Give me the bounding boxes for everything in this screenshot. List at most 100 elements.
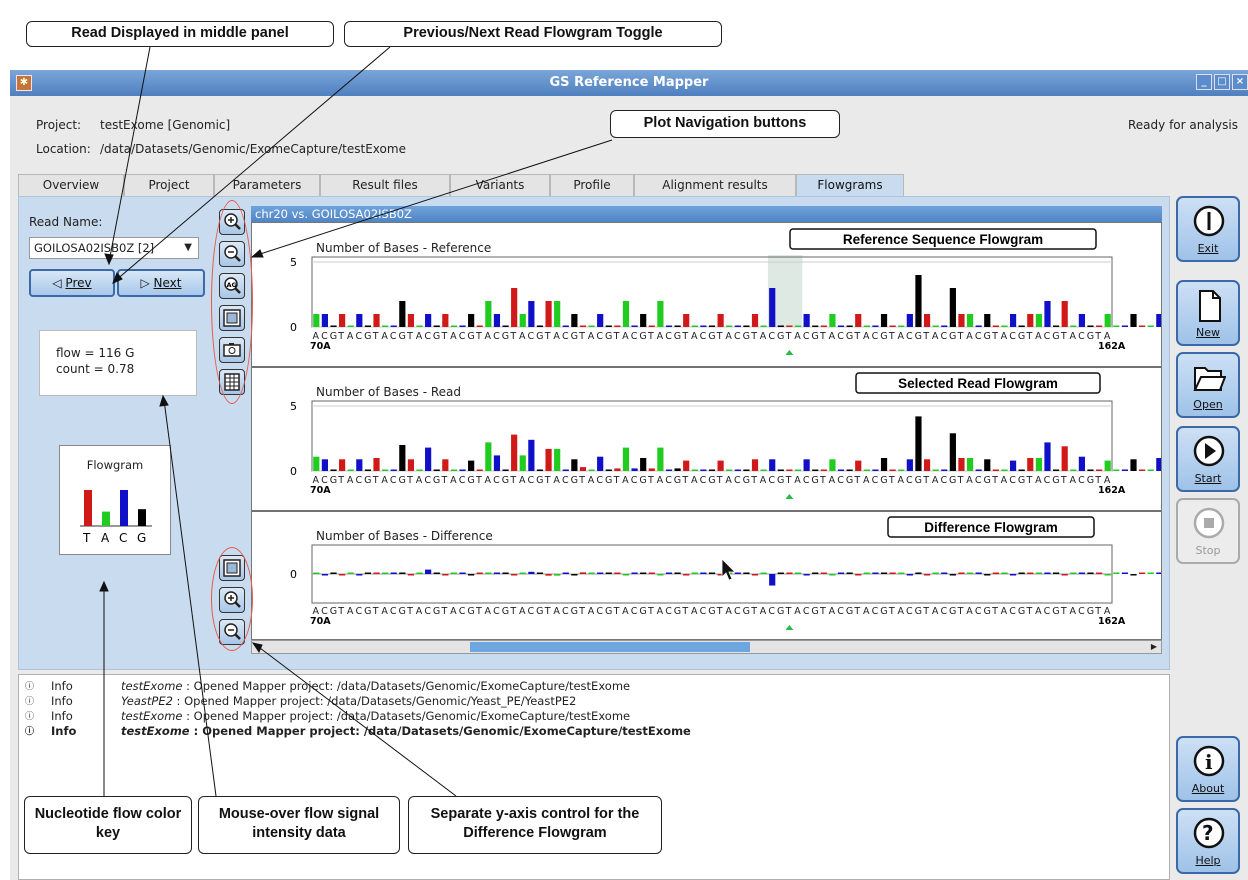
flow-bar	[1104, 574, 1111, 576]
flow-bar	[691, 325, 698, 327]
status-text: Ready for analysis	[1128, 118, 1238, 132]
sequence-letter: G	[433, 331, 440, 342]
sequence-letter: T	[785, 606, 792, 617]
start-button[interactable]: Start	[1176, 426, 1240, 492]
minimize-icon[interactable]: _	[1196, 74, 1212, 90]
sequence-letter: G	[880, 606, 887, 617]
flow-bar	[648, 572, 655, 574]
sequence-letter: C	[1044, 331, 1051, 342]
flow-bar	[708, 469, 716, 471]
sequence-letter: C	[528, 606, 535, 617]
flow-bar	[855, 574, 862, 576]
sequence-letter: G	[330, 331, 337, 342]
flow-bar	[717, 314, 724, 327]
flow-bar	[519, 572, 526, 574]
flow-bar	[975, 469, 982, 471]
sequence-letter: C	[493, 331, 500, 342]
key-letter-G: G	[137, 531, 146, 545]
flow-bar	[777, 572, 784, 574]
prev-button[interactable]: ◁ Prev	[29, 269, 115, 297]
flow-bar	[640, 314, 647, 327]
scrollbar-thumb[interactable]	[470, 642, 750, 652]
horizontal-scrollbar[interactable]: ▶	[251, 640, 1162, 654]
help-button[interactable]: ? Help	[1176, 808, 1240, 874]
sequence-letter: A	[622, 331, 629, 342]
flow-bar	[605, 469, 612, 471]
tab-overview[interactable]: Overview	[18, 174, 124, 196]
flow-bar	[683, 314, 690, 327]
sequence-letter: C	[700, 331, 707, 342]
sequence-letter: G	[915, 331, 922, 342]
sequence-letter: T	[819, 475, 826, 486]
mouseover-readout: flow = 116 G count = 0.78	[39, 330, 197, 396]
stop-button[interactable]: Stop	[1176, 498, 1240, 564]
panel-title: Reference Sequence Flowgram	[843, 232, 1043, 247]
color-key-title: Flowgram	[86, 458, 144, 472]
flow-bar	[364, 469, 372, 471]
sequence-letter: C	[975, 475, 982, 486]
sequence-letter: C	[872, 606, 879, 617]
flow-bar	[648, 325, 655, 327]
sequence-letter: A	[588, 331, 595, 342]
flow-bar	[691, 572, 698, 574]
about-button[interactable]: i About	[1176, 736, 1240, 802]
sequence-letter: C	[424, 475, 431, 486]
sequence-letter: T	[785, 331, 792, 342]
info-icon: ⓘ	[25, 712, 35, 722]
tab-flowgrams[interactable]: Flowgrams	[796, 174, 904, 196]
log-message: : Opened Mapper project: /data/Datasets/…	[182, 709, 631, 723]
next-button[interactable]: ▷ Next	[117, 269, 205, 297]
flow-bar	[657, 447, 664, 471]
flow-bar	[356, 459, 363, 471]
tab-alignment-results[interactable]: Alignment results	[634, 174, 796, 196]
flow-bar	[502, 469, 509, 471]
sequence-letter: G	[777, 606, 784, 617]
flow-bar	[803, 314, 810, 327]
flow-bar	[382, 325, 389, 327]
power-icon	[1193, 205, 1225, 237]
callout-prev-next-toggle: Previous/Next Read Flowgram Toggle	[344, 21, 722, 47]
new-button[interactable]: New	[1176, 280, 1240, 346]
sequence-letter: G	[605, 606, 612, 617]
exit-button[interactable]: Exit	[1176, 196, 1240, 262]
open-button[interactable]: Open	[1176, 352, 1240, 418]
flow-bar	[777, 469, 784, 471]
tab-profile[interactable]: Profile	[550, 174, 634, 196]
sequence-letter: T	[441, 475, 448, 486]
flow-bar	[665, 572, 673, 574]
flow-bar	[571, 459, 578, 471]
flow-bar	[880, 458, 888, 471]
sequence-letter: T	[441, 331, 448, 342]
maximize-icon[interactable]: □	[1214, 74, 1230, 90]
flow-bar	[579, 325, 587, 327]
tab-variants[interactable]: Variants	[450, 174, 550, 196]
tab-project[interactable]: Project	[124, 174, 214, 196]
tab-result-files[interactable]: Result files	[320, 174, 450, 196]
sequence-letter: A	[966, 331, 973, 342]
sequence-letter: T	[1025, 606, 1032, 617]
sequence-letter: C	[1044, 606, 1051, 617]
flow-bar	[941, 325, 948, 327]
sequence-letter: C	[768, 606, 775, 617]
sequence-letter: T	[853, 475, 860, 486]
tab-parameters[interactable]: Parameters	[214, 174, 320, 196]
flow-bar	[1113, 469, 1120, 471]
sequence-letter: G	[1052, 331, 1059, 342]
panel-title: Selected Read Flowgram	[898, 376, 1058, 391]
sequence-letter: C	[459, 475, 466, 486]
sequence-letter: C	[631, 606, 638, 617]
close-icon[interactable]: ×	[1232, 74, 1248, 90]
flow-bar	[751, 574, 759, 576]
position-marker-icon	[785, 494, 794, 499]
flow-bar	[863, 469, 870, 471]
sequence-letter: C	[562, 475, 569, 486]
scroll-right-icon[interactable]: ▶	[1148, 641, 1160, 653]
flow-bar	[631, 468, 638, 471]
flow-bar	[855, 460, 862, 471]
sequence-letter: T	[716, 475, 723, 486]
read-name-select[interactable]: GOILOSA02ISB0Z [2] ▼	[29, 237, 199, 259]
flow-bar	[700, 325, 707, 327]
help-label: Help	[1195, 854, 1221, 867]
flow-bar	[708, 325, 716, 327]
sequence-letter: G	[433, 606, 440, 617]
